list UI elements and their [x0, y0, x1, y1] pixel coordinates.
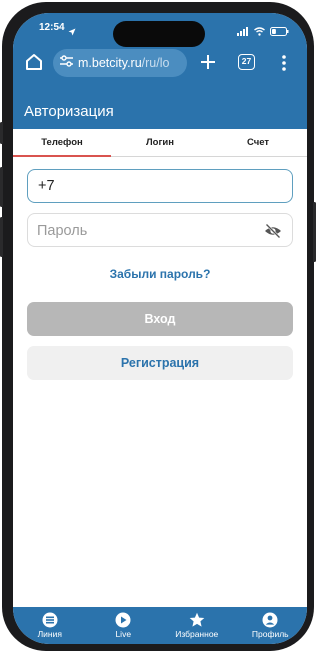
battery-icon [270, 23, 289, 41]
plus-icon[interactable] [197, 51, 219, 73]
register-button[interactable]: Регистрация [27, 346, 293, 380]
home-icon[interactable] [23, 51, 45, 73]
forgot-password-link[interactable]: Забыли пароль? [13, 267, 307, 281]
side-button-left [0, 167, 3, 207]
login-method-tabs: Телефон Логин Счет [13, 129, 307, 157]
kebab-menu-icon[interactable] [277, 53, 291, 73]
tab-login[interactable]: Логин [111, 129, 209, 156]
address-bar[interactable]: m.betcity.ru/ru/lo [53, 49, 187, 77]
phone-frame: 12:54 m.betcity.ru /ru/lo 27 Авторизация… [0, 2, 316, 651]
page-header: Авторизация [13, 95, 307, 129]
live-play-icon [115, 612, 131, 628]
phone-screen: 12:54 m.betcity.ru /ru/lo 27 Авторизация… [13, 13, 307, 644]
url-path: /ru/lo [141, 56, 170, 70]
tab-phone[interactable]: Телефон [13, 129, 111, 157]
nav-label: Линия [37, 629, 62, 639]
url-host: m.betcity.ru [78, 56, 142, 70]
status-bar: 12:54 [13, 13, 307, 47]
tab-switcher-button[interactable]: 27 [238, 54, 255, 70]
nav-label: Профиль [251, 629, 289, 639]
side-button-left [0, 217, 3, 257]
eye-off-icon[interactable] [264, 223, 282, 239]
url-row: m.betcity.ru/ru/lo 27 [13, 47, 307, 81]
side-button-right [313, 202, 316, 262]
password-field[interactable] [37, 220, 247, 242]
nav-label: Live [115, 629, 132, 639]
location-arrow-icon [68, 23, 76, 41]
side-button-left [0, 122, 3, 144]
page-title: Авторизация [24, 103, 114, 120]
nav-item-profile[interactable]: Профиль [234, 607, 308, 644]
tab-account[interactable]: Счет [209, 129, 307, 156]
status-icons [237, 23, 289, 41]
dynamic-island [113, 21, 205, 47]
nav-item-favorites[interactable]: Избранное [160, 607, 234, 644]
profile-icon [262, 612, 278, 628]
nav-item-line[interactable]: Линия [13, 607, 87, 644]
wifi-icon [254, 23, 265, 41]
nav-label: Избранное [175, 629, 219, 639]
browser-toolbar: 12:54 m.betcity.ru /ru/lo 27 [13, 13, 307, 95]
bottom-nav: Линия Live Избранное Профиль [13, 607, 307, 644]
login-button[interactable]: Вход [27, 302, 293, 336]
nav-item-live[interactable]: Live [87, 607, 161, 644]
signal-icon [237, 23, 249, 41]
tune-icon[interactable] [60, 54, 73, 72]
password-field-container [27, 213, 293, 247]
star-icon [189, 612, 205, 628]
phone-field[interactable]: +7 [27, 169, 293, 203]
line-icon [42, 612, 58, 628]
phone-value: +7 [38, 178, 55, 194]
status-time: 12:54 [39, 22, 65, 33]
